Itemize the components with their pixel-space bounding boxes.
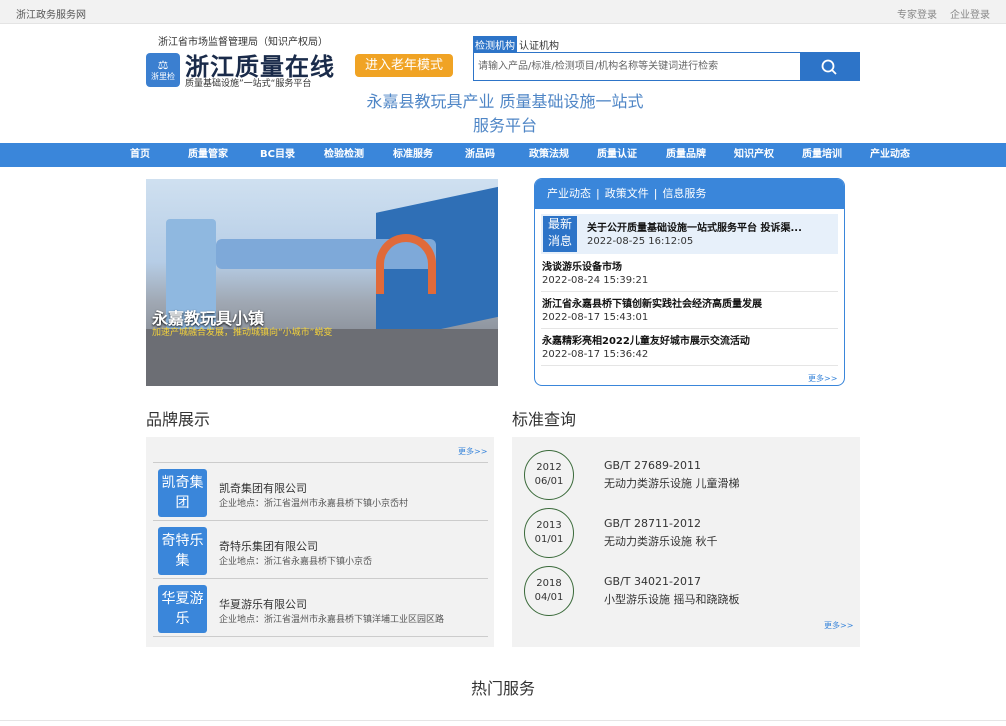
logo-emblem-text: 浙里检	[151, 72, 175, 81]
search-button[interactable]	[800, 53, 859, 80]
standard-item[interactable]: 2018 04/01 GB/T 34021-2017 小型游乐设施 摇马和跷跷板	[524, 566, 854, 618]
standard-year: 2018	[536, 578, 562, 589]
featured-news-title[interactable]: 关于公开质量基础设施一站式服务平台 投诉渠...	[587, 219, 827, 234]
header: 浙江省市场监督管理局（知识产权局） ⚖ 浙里检 浙江质量在线 质量基础设施”一站…	[0, 24, 1006, 142]
brand-badge: 华夏游乐	[158, 585, 207, 633]
news-item-title[interactable]: 浅谈游乐设备市场	[542, 258, 622, 273]
banner-image-rainbow	[376, 234, 436, 294]
standard-date-circle: 2013 01/01	[524, 508, 574, 558]
standard-month-day: 06/01	[534, 476, 564, 487]
brand-address: 企业地点：浙江省永嘉县桥下镇小京岙	[219, 557, 373, 567]
standard-month-day: 01/01	[534, 534, 564, 545]
search-tab-certification[interactable]: 认证机构	[517, 36, 561, 53]
news-item-title[interactable]: 浙江省永嘉县桥下镇创新实践社会经济高质量发展	[542, 295, 762, 310]
top-bar: 浙江政务服务网 专家登录 企业登录	[0, 0, 1006, 24]
standard-name[interactable]: 无动力类游乐设施 秋千	[604, 533, 718, 549]
nav-item-quality-butler[interactable]: 质量管家	[188, 143, 228, 167]
tab-industry-news[interactable]: 产业动态	[547, 187, 591, 200]
brand-item[interactable]: 华夏游乐 华夏游乐有限公司 企业地点：浙江省温州市永嘉县桥下镇洋埔工业区园区路	[153, 579, 488, 637]
news-item[interactable]: 永嘉精彩亮相2022儿童友好城市展示交流活动 2022-08-17 15:36:…	[541, 329, 838, 366]
nav-item-home[interactable]: 首页	[130, 143, 150, 167]
brand-address: 企业地点：浙江省温州市永嘉县桥下镇洋埔工业区园区路	[219, 615, 445, 625]
standard-item[interactable]: 2013 01/01 GB/T 28711-2012 无动力类游乐设施 秋千	[524, 508, 854, 560]
nav-item-testing[interactable]: 检验检测	[324, 143, 364, 167]
standards-section-title: 标准查询	[512, 410, 577, 429]
main-nav: 首页 质量管家 BC目录 检验检测 标准服务 浙品码 政策法规 质量认证 质量品…	[0, 143, 1006, 167]
brand-badge: 奇特乐集	[158, 527, 207, 575]
tab-info-service[interactable]: 信息服务	[662, 187, 706, 200]
brand-name[interactable]: 奇特乐集团有限公司	[219, 538, 318, 554]
nav-item-standards[interactable]: 标准服务	[393, 143, 433, 167]
tab-policy-docs[interactable]: 政策文件	[605, 187, 649, 200]
company-login-link[interactable]: 企业登录	[950, 6, 990, 21]
standard-code[interactable]: GB/T 27689-2011	[604, 459, 701, 472]
standard-month-day: 04/01	[534, 592, 564, 603]
logo-emblem-icon[interactable]: ⚖ 浙里检	[146, 53, 180, 87]
expert-login-link[interactable]: 专家登录	[897, 6, 937, 21]
divider	[0, 720, 1006, 721]
brand-item[interactable]: 凯奇集团 凯奇集团有限公司 企业地点：浙江省温州市永嘉县桥下镇小京岙村	[153, 463, 488, 521]
elder-mode-button[interactable]: 进入老年模式	[355, 54, 453, 77]
brand-badge: 凯奇集团	[158, 469, 207, 517]
news-more-link[interactable]: 更多>>	[808, 373, 837, 384]
search-tab-testing[interactable]: 检测机构	[473, 36, 517, 53]
scale-icon: ⚖	[157, 58, 169, 72]
standards-more-link[interactable]: 更多>>	[824, 620, 853, 631]
standard-date-circle: 2018 04/01	[524, 566, 574, 616]
standard-name[interactable]: 无动力类游乐设施 儿童滑梯	[604, 475, 740, 491]
banner-subtitle: 加速产城融合发展，推动城镇向“小城市”蜕变	[152, 328, 333, 338]
search-tabs: 检测机构 认证机构	[473, 36, 561, 53]
nav-item-policy[interactable]: 政策法规	[529, 143, 569, 167]
brand-more-link[interactable]: 更多>>	[458, 446, 487, 457]
featured-news-date: 2022-08-25 16:12:05	[587, 236, 694, 247]
news-item-date: 2022-08-17 15:36:42	[542, 349, 649, 360]
standard-name[interactable]: 小型游乐设施 摇马和跷跷板	[604, 591, 740, 607]
brand-panel: 更多>> 凯奇集团 凯奇集团有限公司 企业地点：浙江省温州市永嘉县桥下镇小京岙村…	[146, 437, 494, 647]
banner-carousel[interactable]: 永嘉教玩具小镇 加速产城融合发展，推动城镇向“小城市”蜕变	[146, 179, 498, 386]
standard-code[interactable]: GB/T 34021-2017	[604, 575, 701, 588]
nav-item-bc-catalog[interactable]: BC目录	[260, 143, 295, 167]
hot-services-title: 热门服务	[470, 679, 535, 698]
standard-item[interactable]: 2012 06/01 GB/T 27689-2011 无动力类游乐设施 儿童滑梯	[524, 450, 854, 502]
news-item[interactable]: 浙江省永嘉县桥下镇创新实践社会经济高质量发展 2022-08-17 15:43:…	[541, 292, 838, 329]
news-item-title[interactable]: 永嘉精彩亮相2022儿童友好城市展示交流活动	[542, 332, 750, 347]
news-item-date: 2022-08-24 15:39:21	[542, 275, 649, 286]
news-panel: 产业动态 | 政策文件 | 信息服务 最新消息 关于公开质量基础设施一站式服务平台 投诉…	[534, 178, 845, 386]
search-icon	[821, 59, 837, 75]
standard-year: 2012	[536, 462, 562, 473]
logo-subtitle: 质量基础设施”一站式“服务平台	[185, 79, 312, 89]
org-name: 浙江省市场监督管理局（知识产权局）	[158, 37, 328, 48]
brand-address: 企业地点：浙江省温州市永嘉县桥下镇小京岙村	[219, 499, 409, 509]
news-item[interactable]: 浅谈游乐设备市场 2022-08-24 15:39:21	[541, 255, 838, 292]
platform-title: 永嘉县教玩具产业 质量基础设施一站式服务平台	[366, 92, 644, 135]
news-item-date: 2022-08-17 15:43:01	[542, 312, 649, 323]
standards-panel: 2012 06/01 GB/T 27689-2011 无动力类游乐设施 儿童滑梯…	[512, 437, 860, 647]
brand-section-title: 品牌展示	[146, 410, 211, 429]
standard-date-circle: 2012 06/01	[524, 450, 574, 500]
nav-item-zhepin-code[interactable]: 浙品码	[465, 143, 495, 167]
latest-news-badge: 最新消息	[543, 216, 577, 252]
news-tabs: 产业动态 | 政策文件 | 信息服务	[535, 179, 844, 209]
standard-code[interactable]: GB/T 28711-2012	[604, 517, 701, 530]
gov-service-link[interactable]: 浙江政务服务网	[16, 6, 86, 21]
nav-item-certification[interactable]: 质量认证	[597, 143, 637, 167]
nav-item-training[interactable]: 质量培训	[802, 143, 842, 167]
nav-item-quality-brand[interactable]: 质量品牌	[666, 143, 706, 167]
search-input[interactable]	[474, 53, 799, 80]
brand-name[interactable]: 华夏游乐有限公司	[219, 596, 307, 612]
standard-year: 2013	[536, 520, 562, 531]
brand-name[interactable]: 凯奇集团有限公司	[219, 480, 307, 496]
nav-item-industry-news[interactable]: 产业动态	[870, 143, 910, 167]
carousel-dots	[289, 373, 355, 386]
featured-news[interactable]: 最新消息 关于公开质量基础设施一站式服务平台 投诉渠... 2022-08-25…	[541, 214, 838, 254]
brand-item[interactable]: 奇特乐集 奇特乐集团有限公司 企业地点：浙江省永嘉县桥下镇小京岙	[153, 521, 488, 579]
nav-item-ip[interactable]: 知识产权	[734, 143, 774, 167]
search-box	[473, 52, 860, 81]
